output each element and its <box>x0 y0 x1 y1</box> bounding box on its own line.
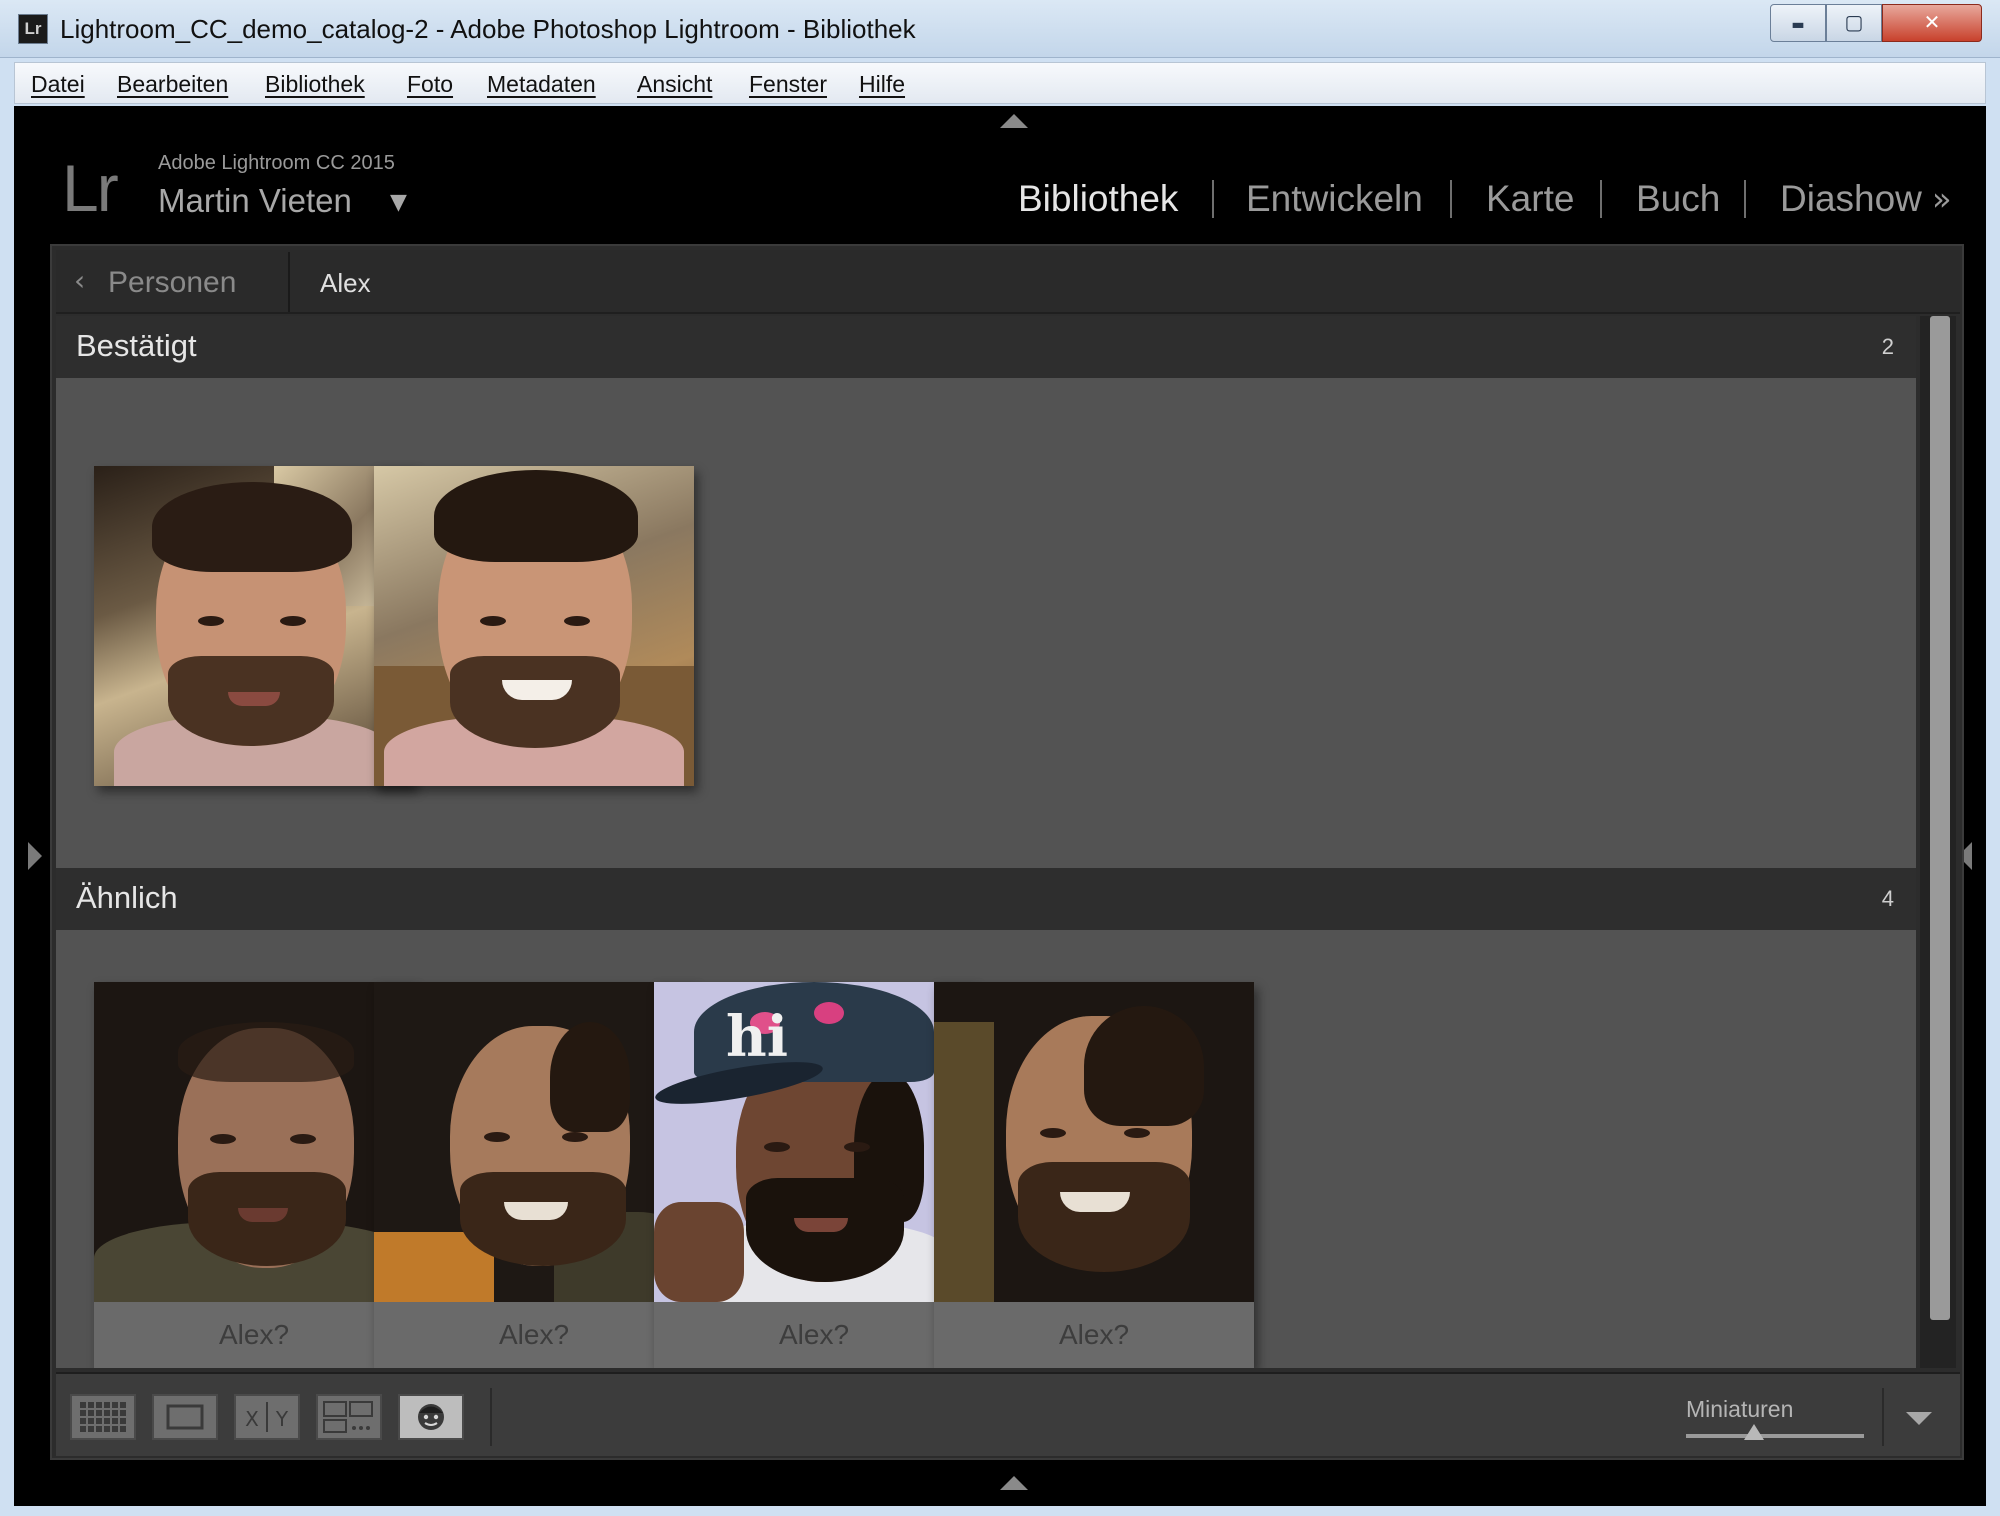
thumbnail-size-slider-handle[interactable] <box>1743 1424 1764 1440</box>
thumbnail-size-slider[interactable] <box>1686 1434 1864 1438</box>
suggested-name-label[interactable]: Alex? <box>374 1302 694 1368</box>
grid-view-icon <box>80 1402 126 1432</box>
loupe-view-icon <box>166 1404 204 1430</box>
title-bar: Lr Lightroom_CC_demo_catalog-2 - Adobe P… <box>0 0 2000 58</box>
current-person-name: Alex <box>320 268 371 298</box>
minimize-button[interactable]: ▬ <box>1770 4 1826 42</box>
bottom-toolbar: X Y Miniaturen <box>56 1372 1960 1456</box>
close-button[interactable]: ✕ <box>1882 4 1982 42</box>
suggested-name-label[interactable]: Alex? <box>94 1302 414 1368</box>
breadcrumb-divider <box>288 252 290 312</box>
module-bibliothek[interactable]: Bibliothek <box>1018 178 1178 220</box>
compare-view-icon: X Y <box>245 1402 289 1432</box>
more-modules-icon[interactable]: » <box>1932 180 1952 218</box>
application-window: Lr Lightroom_CC_demo_catalog-2 - Adobe P… <box>0 0 2000 1516</box>
menu-bar: Datei Bearbeiten Bibliothek Foto Metadat… <box>14 62 1986 104</box>
suggested-name-label[interactable]: Alex? <box>654 1302 974 1368</box>
suggested-name-label[interactable]: Alex? <box>934 1302 1254 1368</box>
menu-ansicht[interactable]: Ansicht <box>637 71 712 98</box>
section-header-similar[interactable]: Ähnlich 4 <box>56 868 1916 930</box>
scrollbar-thumb[interactable] <box>1930 316 1950 1320</box>
lightroom-workspace: Lr Adobe Lightroom CC 2015 Martin Vieten… <box>14 106 1986 1506</box>
module-entwickeln[interactable]: Entwickeln <box>1246 178 1423 220</box>
section-count: 2 <box>1881 334 1894 359</box>
module-buch[interactable]: Buch <box>1636 178 1720 220</box>
lightroom-logo: Lr <box>62 151 119 225</box>
maximize-icon: ▢ <box>1844 10 1864 34</box>
suggested-face-thumbnail[interactable]: hi Alex? <box>654 982 974 1368</box>
caret-down-icon[interactable]: ▼ <box>390 190 407 215</box>
face-photo <box>94 466 414 786</box>
toolbar-divider <box>490 1388 492 1446</box>
people-view-button[interactable] <box>398 1394 464 1440</box>
people-view-panel: ‹ Personen Alex Bestätigt 2 Ähnlich 4 Al… <box>50 244 1964 1460</box>
section-count: 4 <box>1881 886 1894 911</box>
chevron-left-icon[interactable]: ‹ <box>74 264 85 297</box>
face-photo <box>94 982 414 1302</box>
module-separator <box>1744 180 1746 218</box>
thumbnail-size-label: Miniaturen <box>1686 1396 1794 1422</box>
menu-fenster[interactable]: Fenster <box>749 71 827 98</box>
window-title: Lightroom_CC_demo_catalog-2 - Adobe Phot… <box>60 14 916 44</box>
face-thumbnail[interactable] <box>94 466 414 786</box>
face-photo <box>934 982 1254 1302</box>
suggested-face-thumbnail[interactable]: Alex? <box>94 982 414 1368</box>
section-title: Ähnlich <box>76 880 178 915</box>
breadcrumb: ‹ Personen Alex <box>56 250 1960 314</box>
maximize-button[interactable]: ▢ <box>1826 4 1882 42</box>
survey-view-icon <box>323 1401 373 1433</box>
vertical-scrollbar[interactable] <box>1920 316 1956 1368</box>
loupe-view-button[interactable] <box>152 1394 218 1440</box>
product-name: Adobe Lightroom CC 2015 <box>158 152 395 174</box>
people-view-icon <box>418 1404 444 1430</box>
face-photo: hi <box>654 982 974 1302</box>
close-icon: ✕ <box>1923 10 1941 34</box>
suggested-face-thumbnail[interactable]: Alex? <box>934 982 1254 1368</box>
svg-text:Y: Y <box>275 1407 289 1431</box>
module-karte[interactable]: Karte <box>1486 178 1574 220</box>
toolbar-options-dropdown-icon[interactable] <box>1906 1412 1932 1425</box>
menu-foto[interactable]: Foto <box>407 71 453 98</box>
menu-bearbeiten[interactable]: Bearbeiten <box>117 71 228 98</box>
section-title: Bestätigt <box>76 328 197 363</box>
toolbar-divider <box>1882 1388 1884 1446</box>
face-thumbnail[interactable] <box>374 466 694 786</box>
face-photo <box>374 466 694 786</box>
module-diashow[interactable]: Diashow <box>1780 178 1922 220</box>
face-grid: Bestätigt 2 Ähnlich 4 Alex? Alex? hi Ale… <box>56 316 1916 1368</box>
compare-view-button[interactable]: X Y <box>234 1394 300 1440</box>
menu-bibliothek[interactable]: Bibliothek <box>265 71 365 98</box>
module-separator <box>1600 180 1602 218</box>
module-separator <box>1212 180 1214 218</box>
toggle-left-panel-icon[interactable] <box>28 842 42 870</box>
toggle-top-panel-icon[interactable] <box>1000 114 1028 128</box>
svg-text:X: X <box>245 1407 259 1431</box>
back-to-people-link[interactable]: Personen <box>108 266 236 300</box>
identity-plate-user[interactable]: Martin Vieten <box>158 182 352 220</box>
lightroom-app-icon[interactable]: Lr <box>18 14 48 44</box>
menu-datei[interactable]: Datei <box>31 71 85 98</box>
section-header-confirmed[interactable]: Bestätigt 2 <box>56 316 1916 378</box>
suggested-face-thumbnail[interactable]: Alex? <box>374 982 694 1368</box>
module-separator <box>1450 180 1452 218</box>
grid-view-button[interactable] <box>70 1394 136 1440</box>
menu-metadaten[interactable]: Metadaten <box>487 71 596 98</box>
face-photo <box>374 982 694 1302</box>
menu-hilfe[interactable]: Hilfe <box>859 71 905 98</box>
toggle-filmstrip-icon[interactable] <box>1000 1476 1028 1490</box>
minimize-icon: ▬ <box>1791 17 1805 33</box>
survey-view-button[interactable] <box>316 1394 382 1440</box>
